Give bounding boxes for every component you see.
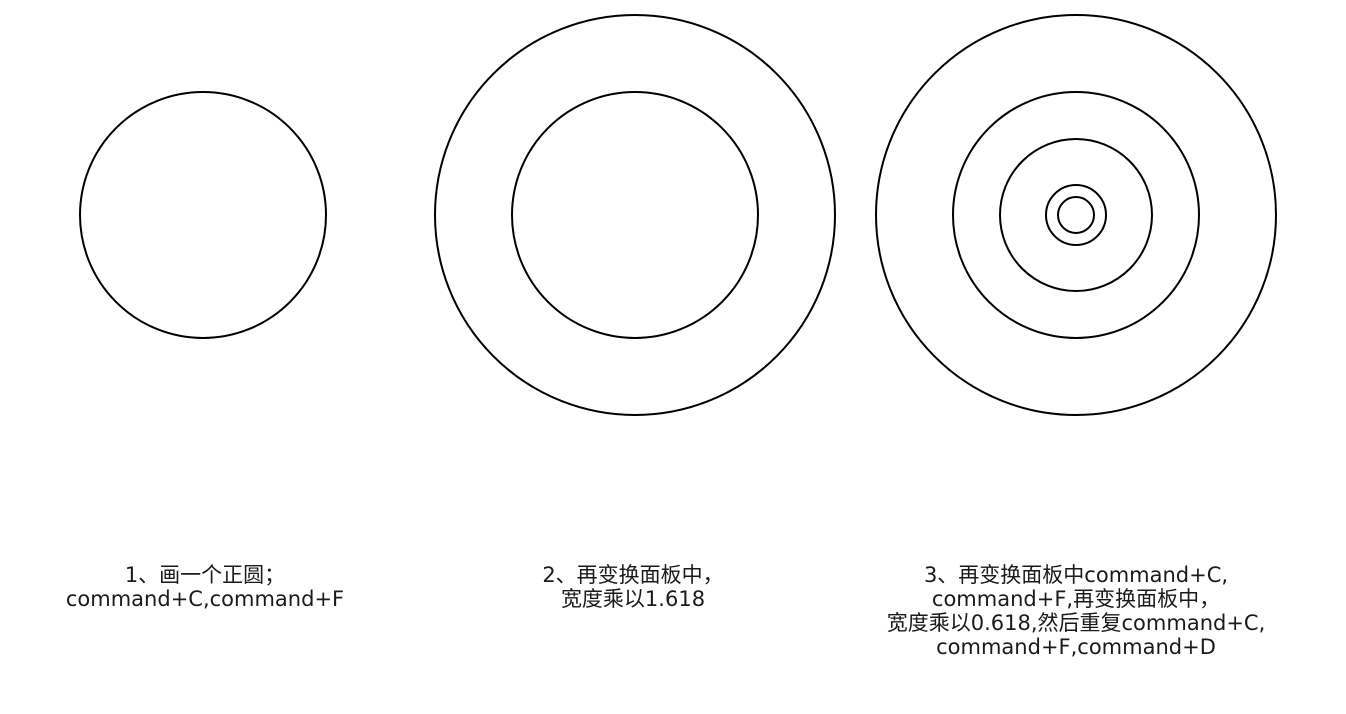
step-3-circle-3 xyxy=(999,138,1153,292)
step-1-caption: 1、画一个正圆； command+C,command+F xyxy=(40,563,370,611)
step-1-figure xyxy=(79,91,327,339)
step-2-caption-line-2: 宽度乘以1.618 xyxy=(560,587,706,611)
step-1-circle xyxy=(79,91,327,339)
step-3-caption-line-3: 宽度乘以0.618,然后重复command+C, xyxy=(886,611,1266,635)
step-2-caption: 2、再变换面板中， 宽度乘以1.618 xyxy=(478,563,788,611)
step-3-circle-1 xyxy=(875,14,1277,416)
step-3-figure xyxy=(875,14,1277,416)
step-3-circle-2 xyxy=(952,91,1200,339)
step-3-circle-4 xyxy=(1045,184,1107,246)
step-2-inner-circle xyxy=(511,91,759,339)
step-2-outer-circle xyxy=(434,14,836,416)
step-3-caption-line-4: command+F,command+D xyxy=(936,635,1216,659)
step-2-figure xyxy=(434,14,836,416)
step-3-caption-line-2: command+F,再变换面板中， xyxy=(931,587,1221,611)
step-2-caption-line-1: 2、再变换面板中， xyxy=(542,563,724,587)
step-1-caption-line-2: command+C,command+F xyxy=(65,587,345,611)
step-1-caption-line-1: 1、画一个正圆； xyxy=(124,563,286,587)
step-3-caption-line-1: 3、再变换面板中command+C, xyxy=(923,563,1229,587)
step-3-circle-5 xyxy=(1057,196,1095,234)
step-3-caption: 3、再变换面板中command+C, command+F,再变换面板中， 宽度乘… xyxy=(846,563,1306,659)
